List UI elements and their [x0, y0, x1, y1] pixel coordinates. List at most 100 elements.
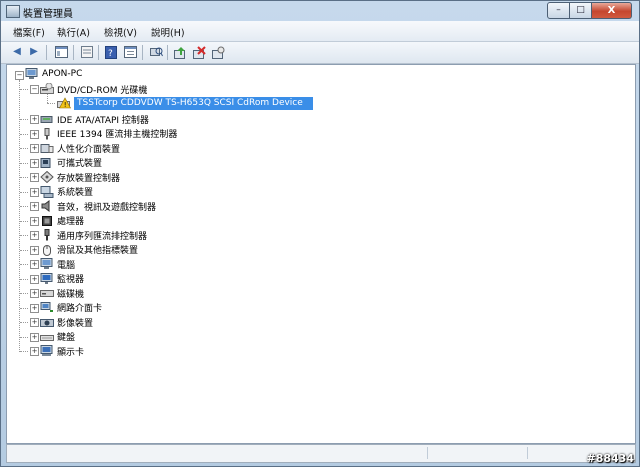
tree-line: [20, 307, 28, 309]
disk-drive-icon: [40, 287, 54, 299]
status-cell: [427, 447, 528, 459]
toolbar-separator: [167, 45, 168, 60]
tree-node-ieee-1394[interactable]: IEEE 1394 匯流排主機控制器: [40, 127, 177, 141]
tree-node-label: 鍵盤: [57, 333, 76, 343]
optical-drive-icon: [40, 83, 54, 95]
menu-action[interactable]: 執行(A): [57, 25, 90, 39]
tree-line: [20, 235, 28, 236]
expand-toggle-hid[interactable]: +: [30, 144, 39, 153]
tree-line: [20, 220, 28, 222]
expand-toggle-monitor[interactable]: +: [30, 274, 39, 284]
uninstall-icon[interactable]: [211, 45, 225, 59]
usb-icon: [40, 229, 54, 241]
tree-node-disk-drive[interactable]: 磁碟機: [40, 286, 84, 300]
tree-node-sound-video-game[interactable]: 音效，視訊及遊戲控制器: [40, 199, 156, 213]
toolbar-separator: [142, 45, 143, 60]
tree-node-label: 音效，視訊及遊戲控制器: [57, 202, 157, 213]
tree-line: [20, 278, 28, 280]
expand-toggle-processor[interactable]: +: [30, 216, 39, 226]
expand-toggle-portable[interactable]: +: [30, 158, 39, 168]
tree-node-mouse[interactable]: 滑鼠及其他指標裝置: [40, 243, 138, 257]
tree-node-portable[interactable]: 可攜式裝置: [40, 156, 102, 170]
maximize-button[interactable]: □: [570, 2, 592, 19]
view-toggle-icon[interactable]: [80, 45, 94, 59]
expand-toggle-system[interactable]: +: [30, 187, 39, 197]
tree-node-processor[interactable]: 處理器: [40, 214, 84, 228]
tree-node-label: 網路介面卡: [57, 304, 103, 314]
tree-line: [20, 264, 28, 265]
expand-toggle-network-adapter[interactable]: +: [30, 303, 39, 313]
processor-icon: [40, 215, 54, 227]
help-icon[interactable]: ?: [104, 45, 118, 59]
device-manager-window: 裝置管理員 – □ X 檔案(F) 執行(A) 檢視(V) 說明(H) ◀ ▶ …: [0, 0, 640, 467]
tree-node-label: IEEE 1394 匯流排主機控制器: [57, 130, 178, 140]
display-adapter-icon: [40, 345, 54, 357]
status-bar: [6, 444, 636, 463]
system-device-icon: [40, 185, 54, 198]
tree-node-monitor[interactable]: 監視器: [40, 272, 84, 286]
tree-node-dvd-category[interactable]: DVD/CD-ROM 光碟機: [40, 82, 147, 96]
expand-toggle-display-adapter[interactable]: +: [30, 347, 39, 356]
tree-line: [20, 177, 28, 178]
expand-toggle-computer[interactable]: +: [30, 260, 39, 269]
tree-node-label: 電腦: [57, 260, 76, 271]
expand-toggle-usb[interactable]: +: [30, 231, 39, 240]
forward-icon[interactable]: ▶: [27, 45, 41, 59]
tree-node-root[interactable]: APON-PC: [25, 67, 82, 81]
tree-node-ide-ata-atapi[interactable]: IDE ATA/ATAPI 控制器: [40, 112, 149, 126]
tree-node-dvd-device[interactable]: ! TSSTcorp CDDVDW TS-H653Q SCSI CdRom De…: [57, 96, 313, 110]
title-bar[interactable]: 裝置管理員 – □ X: [1, 1, 639, 21]
menu-view[interactable]: 檢視(V): [104, 25, 137, 39]
device-manager-icon: [6, 5, 20, 18]
properties-pane-icon[interactable]: [54, 45, 68, 59]
tree-node-label: 磁碟機: [57, 289, 85, 300]
tree-node-label: TSSTcorp CDDVDW TS-H653Q SCSI CdRom Devi…: [77, 98, 303, 108]
monitor-icon: [40, 272, 54, 285]
dvd-collapse-toggle[interactable]: −: [30, 85, 39, 94]
resource-view-icon[interactable]: [123, 45, 137, 59]
expand-toggle-storage-controller[interactable]: +: [30, 173, 39, 182]
expand-toggle-ieee-1394[interactable]: +: [30, 129, 39, 139]
expand-toggle-mouse[interactable]: +: [30, 245, 39, 255]
tree-node-label: 監視器: [57, 275, 85, 285]
menu-help[interactable]: 說明(H): [151, 25, 185, 39]
tree-node-label: 影像裝置: [57, 318, 94, 329]
menu-file[interactable]: 檔案(F): [13, 25, 45, 39]
tree-node-computer[interactable]: 電腦: [40, 257, 75, 271]
tree-node-label: 顯示卡: [57, 347, 85, 358]
device-tree: − APON-PC − DVD/CD-ROM 光碟機 ! TSSTcorp CD…: [6, 64, 636, 444]
svg-text:!: !: [64, 101, 67, 109]
expand-toggle-sound-video-game[interactable]: +: [30, 202, 39, 211]
tree-line: [20, 162, 28, 164]
tree-node-imaging[interactable]: 影像裝置: [40, 315, 93, 329]
expand-toggle-ide-ata-atapi[interactable]: +: [30, 115, 39, 124]
tree-node-usb[interactable]: 通用序列匯流排控制器: [40, 228, 147, 242]
tree-node-keyboard[interactable]: 鍵盤: [40, 330, 75, 344]
tree-node-label: 滑鼠及其他指標裝置: [57, 246, 139, 256]
close-button[interactable]: X: [592, 2, 632, 19]
menu-bar: 檔案(F) 執行(A) 檢視(V) 說明(H): [1, 21, 639, 42]
tree-node-network-adapter[interactable]: 網路介面卡: [40, 301, 102, 315]
tree-line: [47, 103, 55, 104]
disable-device-icon[interactable]: [192, 45, 206, 59]
scan-hardware-icon[interactable]: [149, 45, 163, 59]
tree-line: [20, 148, 28, 149]
minimize-button[interactable]: –: [547, 2, 570, 19]
computer-icon: [25, 68, 39, 80]
tree-node-label: 通用序列匯流排控制器: [57, 231, 148, 242]
mouse-icon: [40, 244, 54, 256]
update-driver-icon[interactable]: [173, 45, 187, 59]
tree-line: [20, 89, 28, 90]
tree-node-system[interactable]: 系統裝置: [40, 185, 93, 199]
portable-device-icon: [40, 157, 54, 169]
expand-toggle-disk-drive[interactable]: +: [30, 289, 39, 298]
toolbar-separator: [98, 45, 99, 60]
tree-node-hid[interactable]: 人性化介面裝置: [40, 141, 120, 155]
computer-icon: [40, 258, 54, 270]
back-icon[interactable]: ◀: [10, 45, 24, 59]
expand-toggle-keyboard[interactable]: +: [30, 332, 39, 342]
tree-node-storage-controller[interactable]: 存放裝置控制器: [40, 170, 120, 184]
root-collapse-toggle[interactable]: −: [15, 71, 24, 80]
expand-toggle-imaging[interactable]: +: [30, 318, 39, 327]
tree-node-display-adapter[interactable]: 顯示卡: [40, 344, 84, 358]
